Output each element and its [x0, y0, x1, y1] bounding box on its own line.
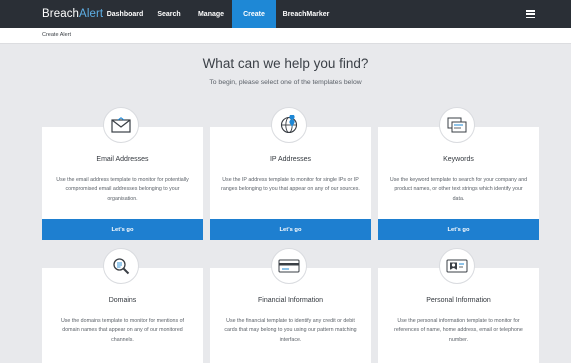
card-title: Financial Information — [258, 297, 323, 304]
lets-go-button[interactable]: Let's go — [378, 219, 539, 240]
brand-name: Breach — [42, 8, 80, 20]
card-title: Email Addresses — [96, 156, 149, 163]
lets-go-button[interactable]: Let's go — [210, 219, 371, 240]
nav-item-create[interactable]: Create — [232, 0, 276, 28]
breadcrumb-bar: Create Alert — [0, 28, 571, 44]
brand-name-accent: Alert — [79, 8, 104, 20]
template-card-ip[interactable]: IP Addresses Use the IP address template… — [210, 127, 371, 240]
card-description: Use the financial template to identify a… — [224, 318, 357, 343]
page-title: What can we help you find? — [202, 56, 369, 71]
globe-pin-icon — [271, 107, 307, 143]
magnifier-icon — [103, 248, 139, 284]
brand-logo[interactable]: Breach Alert — [0, 0, 104, 28]
credit-card-icon — [271, 248, 307, 284]
envelope-icon — [103, 107, 139, 143]
card-description: Use the personal information template to… — [394, 318, 523, 343]
template-card-keywords[interactable]: Keywords Use the keyword template to sea… — [378, 127, 539, 240]
nav-item-breachmarker[interactable]: BreachMarker — [276, 0, 336, 28]
card-description: Use the domains template to monitor for … — [60, 318, 185, 343]
card-title: Domains — [108, 297, 137, 304]
main-nav: Dashboard Search Manage Create BreachMar… — [102, 0, 336, 28]
breadcrumb: Create Alert — [42, 32, 72, 38]
lets-go-button[interactable]: Let's go — [42, 219, 203, 240]
card-description: Use the email address template to monito… — [56, 177, 189, 202]
documents-icon — [439, 107, 475, 143]
template-card-email[interactable]: Email Addresses Use the email address te… — [42, 127, 203, 240]
id-card-icon — [439, 248, 475, 284]
nav-item-dashboard[interactable]: Dashboard — [102, 0, 148, 28]
hamburger-menu-icon[interactable] — [526, 10, 535, 18]
card-title: Personal Information — [426, 297, 491, 304]
page-subtitle: To begin, please select one of the templ… — [209, 79, 362, 86]
nav-item-search[interactable]: Search — [148, 0, 190, 28]
nav-item-manage[interactable]: Manage — [190, 0, 232, 28]
card-title: Keywords — [443, 156, 474, 163]
top-navbar: Breach Alert Dashboard Search Manage Crea… — [0, 0, 571, 28]
card-title: IP Addresses — [269, 156, 312, 163]
card-description: Use the keyword template to search for y… — [389, 177, 528, 202]
card-description: Use the IP address template to monitor f… — [221, 177, 360, 193]
